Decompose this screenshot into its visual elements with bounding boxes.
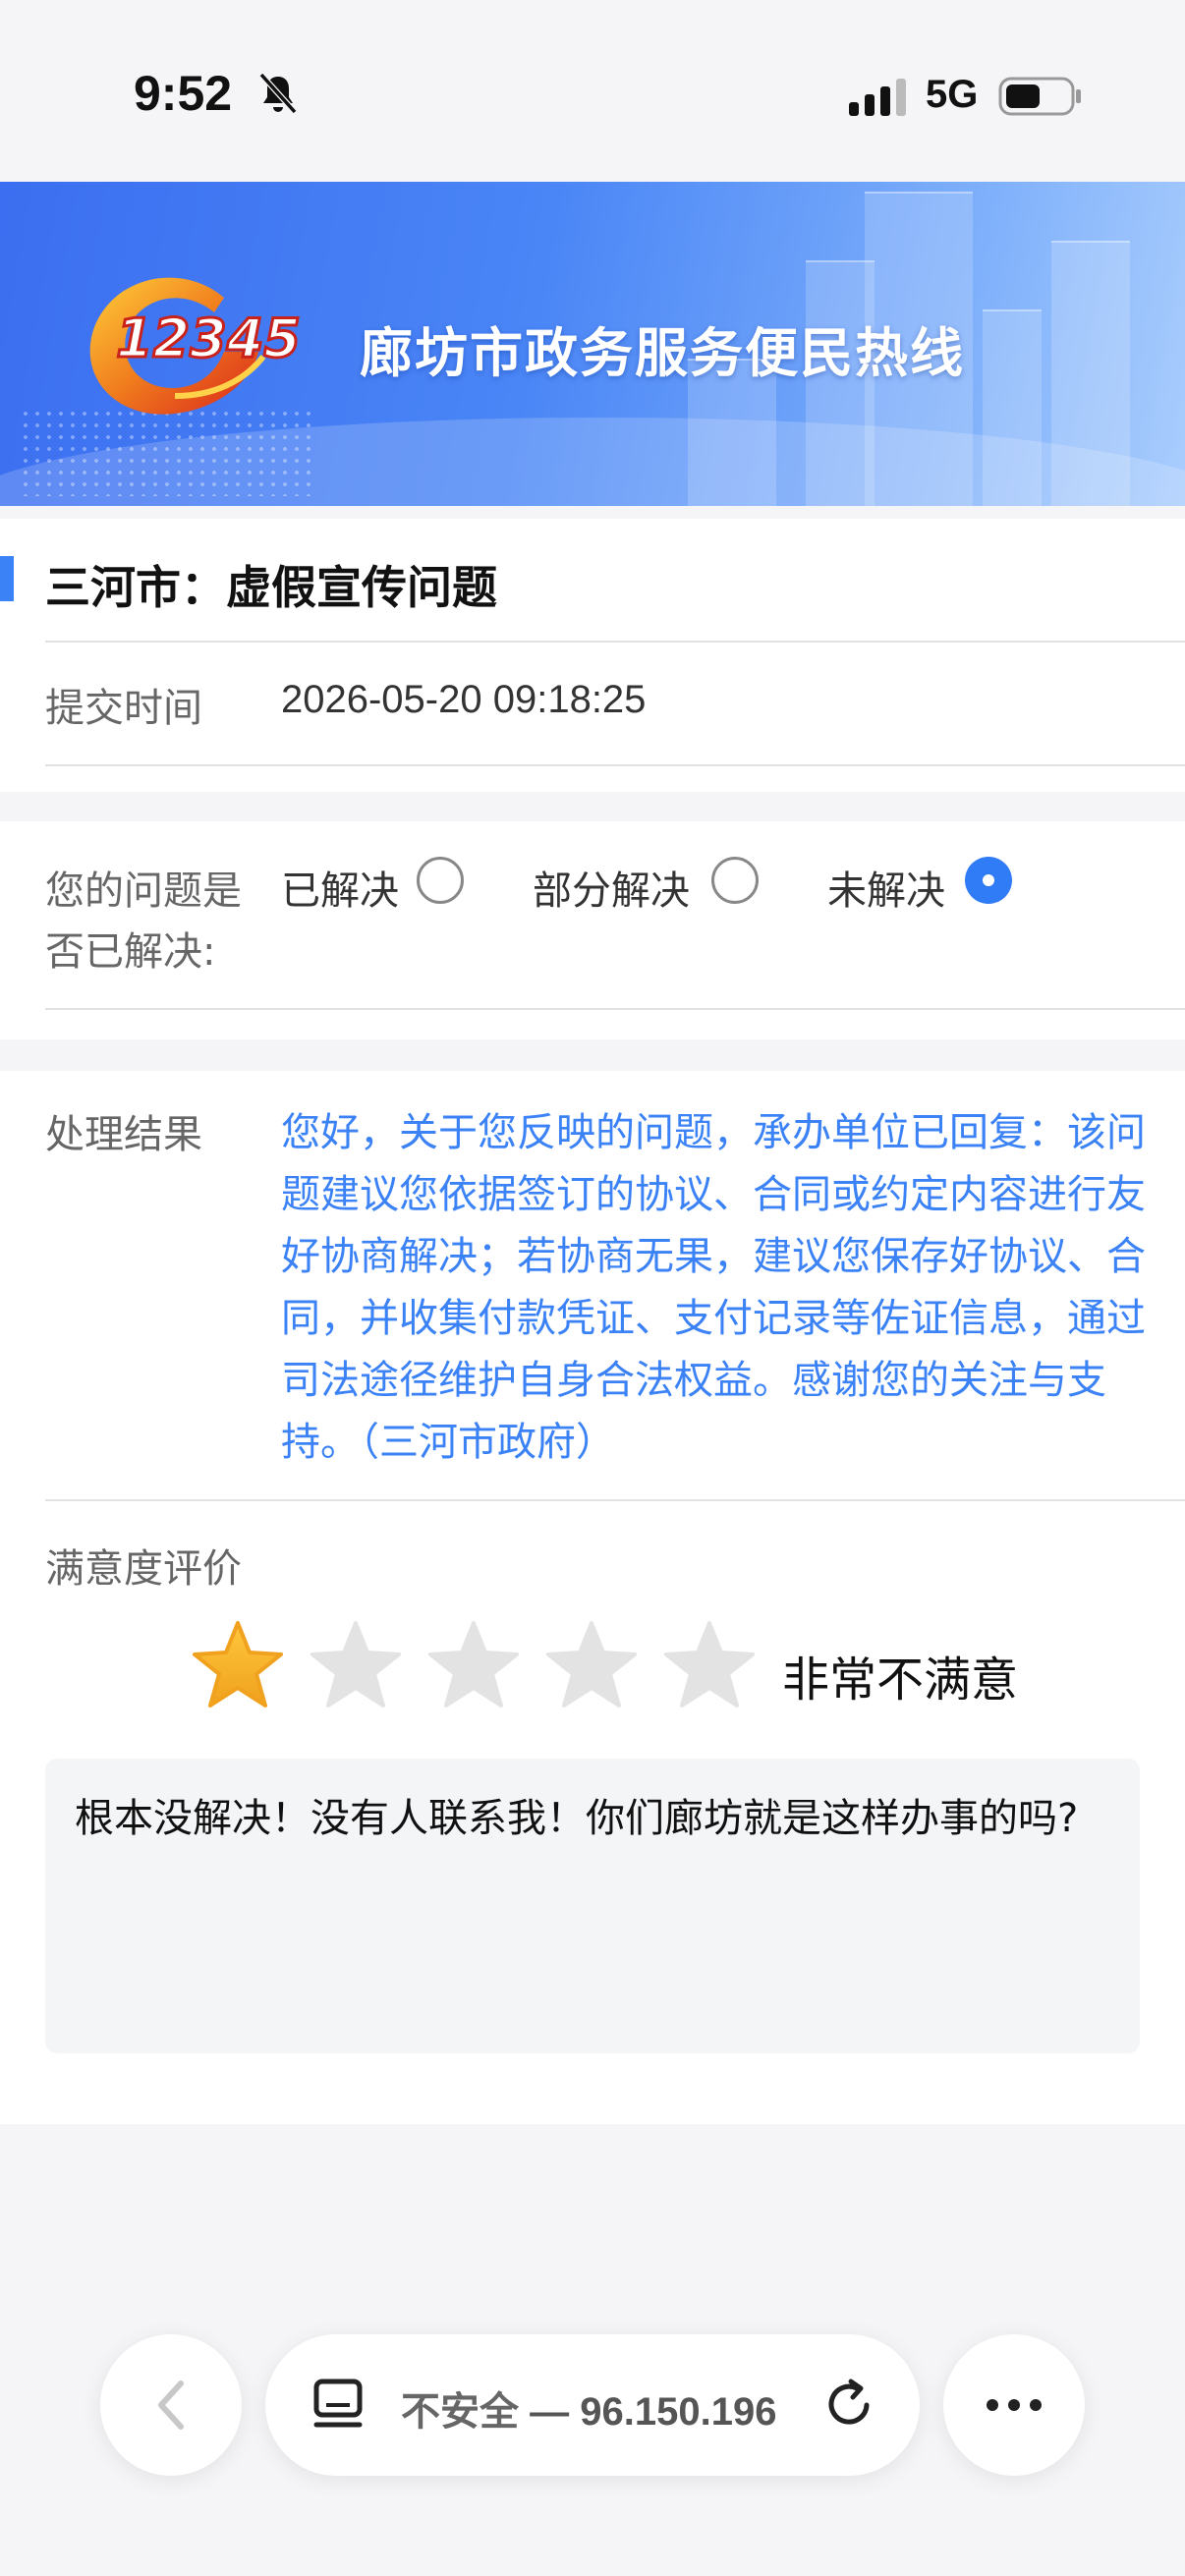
resolution-question-line2: 否已解决:	[45, 929, 216, 975]
title-accent-bar	[0, 556, 14, 601]
header-banner: 12345 廊坊市政务服务便民热线	[0, 182, 1185, 506]
url-display: 不安全 — 96.150.196	[401, 2380, 776, 2436]
status-bar: 9:52 5G	[0, 0, 1185, 182]
star-3-icon[interactable]	[424, 1617, 523, 1715]
star-1-icon[interactable]	[189, 1617, 287, 1715]
star-2-icon[interactable]	[307, 1617, 405, 1715]
result-card: 处理结果 您好，关于您反映的问题，承办单位已回复：该问题建议您依据签订的协议、合…	[0, 1071, 1185, 2124]
comment-text: 根本没解决！没有人联系我！你们廊坊就是这样办事的吗?	[75, 1796, 1079, 1841]
option-resolved-radio[interactable]	[417, 857, 464, 904]
back-button[interactable]	[100, 2334, 242, 2476]
banner-title: 廊坊市政务服务便民热线	[360, 322, 965, 384]
submit-time-label: 提交时间	[45, 686, 202, 731]
security-warning: 不安全	[401, 2390, 519, 2434]
more-icon	[987, 2399, 1042, 2411]
option-unresolved-radio[interactable]	[965, 857, 1012, 904]
reload-icon[interactable]	[821, 2376, 880, 2435]
url-separator: —	[530, 2390, 570, 2434]
resolution-question-line1: 您的问题是	[45, 868, 242, 914]
comment-textarea[interactable]: 根本没解决！没有人联系我！你们廊坊就是这样办事的吗?	[45, 1759, 1140, 2053]
resolution-card: 您的问题是 否已解决: 已解决 部分解决 未解决	[0, 821, 1185, 1039]
clock: 9:52	[134, 66, 233, 121]
bell-muted-icon	[258, 72, 298, 115]
issue-card: 三河市：虚假宣传问题 提交时间 2026-05-20 09:18:25	[0, 519, 1185, 792]
page-format-icon[interactable]	[310, 2378, 367, 2435]
back-icon	[158, 2380, 184, 2430]
more-button[interactable]	[943, 2334, 1085, 2476]
option-partial-radio[interactable]	[711, 857, 759, 904]
rating-text: 非常不满意	[782, 1652, 1019, 1708]
address-bar[interactable]: 不安全 — 96.150.196	[265, 2334, 920, 2476]
svg-text:12345: 12345	[116, 308, 301, 369]
option-resolved-label[interactable]: 已解决	[281, 859, 399, 916]
submit-time-value: 2026-05-20 09:18:25	[281, 678, 647, 721]
result-label: 处理结果	[45, 1112, 202, 1157]
issue-title: 三河市：虚假宣传问题	[45, 561, 497, 614]
battery-icon	[998, 77, 1081, 116]
rating-label: 满意度评价	[45, 1546, 242, 1592]
network-type: 5G	[926, 73, 979, 116]
hotline-logo: 12345	[89, 277, 302, 415]
star-4-icon[interactable]	[542, 1617, 641, 1715]
signal-icon	[849, 79, 906, 116]
option-partial-label[interactable]: 部分解决	[533, 859, 690, 916]
url-host: 96.150.196	[580, 2390, 777, 2434]
option-unresolved-label[interactable]: 未解决	[827, 859, 945, 916]
star-5-icon[interactable]	[660, 1617, 759, 1715]
result-text: 您好，关于您反映的问题，承办单位已回复：该问题建议您依据签订的协议、合同或约定内…	[281, 1110, 1146, 1465]
